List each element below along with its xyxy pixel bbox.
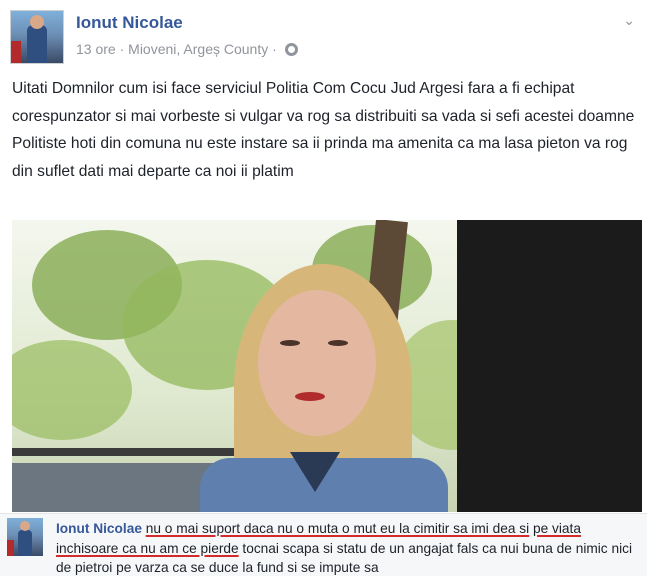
author-name[interactable]: Ionut Nicolae [76, 13, 183, 33]
post-meta: 13 ore · Mioveni, Argeș County · [76, 41, 298, 57]
comment: Ionut Nicolae nu o mai suport daca nu o … [0, 513, 647, 576]
facebook-post: Ionut Nicolae 13 ore · Mioveni, Argeș Co… [0, 0, 647, 576]
post-photo[interactable] [12, 220, 642, 512]
globe-icon[interactable] [284, 43, 298, 56]
post-time[interactable]: 13 ore [76, 41, 116, 57]
post-header: Ionut Nicolae 13 ore · Mioveni, Argeș Co… [10, 10, 637, 65]
author-avatar[interactable] [10, 10, 64, 64]
chevron-down-icon[interactable]: ⌄ [623, 12, 635, 29]
commenter-name[interactable]: Ionut Nicolae [56, 521, 142, 536]
post-text: Uitati Domnilor cum isi face serviciul P… [12, 80, 635, 180]
comment-text: Ionut Nicolae nu o mai suport daca nu o … [56, 519, 644, 578]
privacy-separator: · [272, 41, 277, 57]
commenter-avatar[interactable] [7, 518, 43, 556]
meta-separator: · [119, 41, 125, 57]
post-location[interactable]: Mioveni, Argeș County [128, 41, 268, 57]
comment-underlined-1: nu o mai suport daca nu o muta o mut eu … [145, 521, 530, 536]
